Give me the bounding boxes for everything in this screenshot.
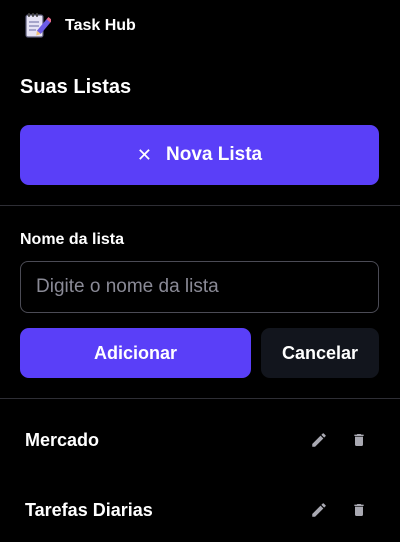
list-name-input[interactable] — [20, 261, 379, 313]
list-item-label: Mercado — [25, 430, 100, 450]
list-item[interactable]: Mercado — [0, 410, 400, 470]
app-title: Task Hub — [65, 17, 136, 34]
notepad-pencil-icon — [25, 13, 51, 38]
pencil-icon[interactable] — [310, 501, 328, 519]
list-item[interactable]: Tarefas Diarias — [0, 480, 400, 540]
trash-icon[interactable] — [351, 431, 367, 449]
close-icon: ✕ — [136, 144, 152, 165]
divider — [0, 205, 400, 206]
add-button[interactable]: Adicionar — [20, 328, 251, 378]
app-header: Task Hub — [0, 0, 400, 52]
cancel-button[interactable]: Cancelar — [261, 328, 379, 378]
page-title: Suas Listas — [20, 76, 132, 98]
list-item-label: Tarefas Diarias — [25, 500, 153, 520]
new-list-button-label: Nova Lista — [166, 144, 263, 165]
new-list-button[interactable]: ✕ Nova Lista — [20, 125, 379, 185]
list-name-label: Nome da lista — [20, 231, 125, 248]
trash-icon[interactable] — [351, 501, 367, 519]
divider — [0, 398, 400, 399]
pencil-icon[interactable] — [310, 431, 328, 449]
